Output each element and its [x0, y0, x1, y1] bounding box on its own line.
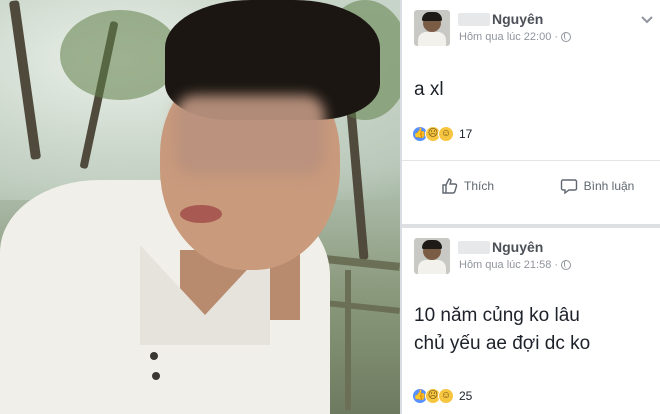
post-text: 10 năm củng ko lâu chủ yếu ae đợi dc ko: [414, 302, 654, 358]
like-label: Thích: [463, 178, 494, 193]
photo-mouth: [180, 205, 222, 223]
post-actions: Thích Bình luận: [402, 160, 660, 210]
reaction-summary[interactable]: 👍 ☹ ☺ 17: [412, 126, 472, 142]
author-name[interactable]: Nguyên: [492, 11, 543, 27]
shirt-button: [150, 352, 158, 360]
reaction-summary[interactable]: 👍 ☹ ☺ 25: [412, 388, 472, 404]
post-meta: Hôm qua lúc 21:58 ·: [459, 259, 572, 271]
author-avatar[interactable]: [414, 10, 450, 46]
post-timestamp[interactable]: Hôm qua lúc 21:58: [459, 259, 551, 271]
comment-label: Bình luận: [583, 178, 635, 193]
reaction-count: 17: [459, 127, 473, 141]
feed-panel: Nguyên Hôm qua lúc 22:00 · a xl 👍 ☹ ☺ 17…: [400, 0, 660, 414]
avatar-hair: [422, 240, 442, 249]
post-meta: Hôm qua lúc 22:00 ·: [459, 31, 572, 43]
redacted-name: [458, 240, 490, 254]
reaction-count: 25: [459, 389, 473, 403]
meta-separator: ·: [554, 259, 559, 271]
post: Nguyên Hôm qua lúc 21:58 · 10 năm củng k…: [402, 228, 660, 414]
comment-button[interactable]: Bình luận: [532, 177, 660, 195]
globe-icon: [561, 32, 572, 42]
shirt-button: [152, 372, 160, 380]
haha-reaction-icon: ☺: [438, 388, 454, 404]
avatar-hair: [422, 12, 442, 21]
profile-photo: [0, 0, 400, 414]
author-avatar[interactable]: [414, 238, 450, 274]
meta-separator: ·: [554, 31, 559, 43]
author-row: Nguyên: [458, 238, 543, 256]
redacted-name: [458, 12, 490, 26]
like-button[interactable]: Thích: [402, 177, 532, 195]
photo-foliage: [60, 10, 180, 100]
post-text-line: 10 năm củng ko lâu: [414, 305, 580, 326]
post-text-line: chủ yếu ae đợi dc ko: [414, 333, 591, 354]
post-timestamp[interactable]: Hôm qua lúc 22:00: [459, 31, 551, 43]
photo-railing: [345, 270, 351, 410]
post-text: a xl: [414, 79, 444, 100]
blurred-eyes: [175, 95, 325, 175]
avatar-body: [418, 260, 446, 274]
post: Nguyên Hôm qua lúc 22:00 · a xl 👍 ☹ ☺ 17…: [402, 0, 660, 224]
comment-icon: [560, 178, 577, 194]
author-row: Nguyên: [458, 10, 543, 28]
globe-icon: [561, 260, 572, 270]
author-name[interactable]: Nguyên: [492, 239, 543, 255]
avatar-body: [418, 32, 446, 46]
thumbs-up-icon: [442, 177, 458, 194]
haha-reaction-icon: ☺: [438, 126, 454, 142]
chevron-down-icon[interactable]: [640, 14, 654, 24]
